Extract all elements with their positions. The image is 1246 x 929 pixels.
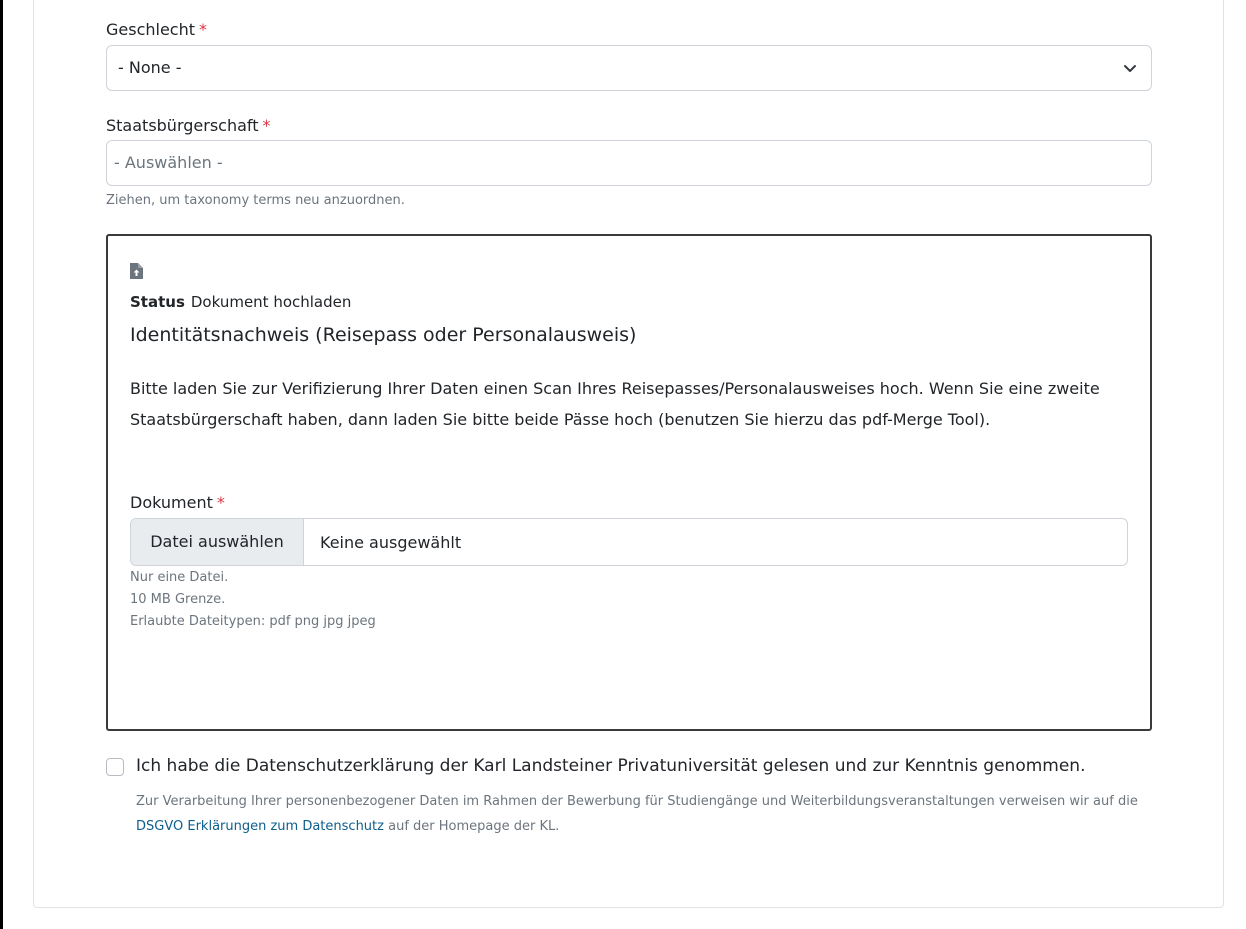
- document-help-text: Nur eine Datei. 10 MB Grenze. Erlaubte D…: [130, 567, 376, 633]
- help-line-single-file: Nur eine Datei.: [130, 570, 229, 585]
- privacy-consent-help: Zur Verarbeitung Ihrer personenbezogener…: [136, 789, 1166, 839]
- citizenship-help-text: Ziehen, um taxonomy terms neu anzuordnen…: [106, 193, 405, 208]
- document-file-input[interactable]: Datei auswählen Keine ausgewählt: [130, 518, 1128, 566]
- citizenship-label: Staatsbürgerschaft *: [106, 116, 271, 135]
- document-title: Identitätsnachweis (Reisepass oder Perso…: [130, 324, 637, 346]
- consent-help-text-end: auf der Homepage der KL.: [388, 819, 560, 834]
- consent-help-text: Zur Verarbeitung Ihrer personenbezogener…: [136, 794, 1138, 809]
- status-label: Status: [130, 293, 185, 311]
- required-marker: *: [199, 20, 208, 39]
- chevron-down-icon: [1124, 65, 1136, 72]
- document-status: Status Dokument hochladen: [130, 293, 351, 311]
- citizenship-label-text: Staatsbürgerschaft: [106, 116, 259, 135]
- gender-select[interactable]: - None -: [106, 45, 1152, 91]
- citizenship-placeholder: - Auswählen -: [114, 153, 223, 172]
- privacy-consent-checkbox[interactable]: [106, 758, 124, 776]
- file-upload-icon: [130, 263, 143, 279]
- document-field-label: Dokument *: [130, 493, 225, 512]
- file-status-text: Keine ausgewählt: [320, 533, 462, 552]
- privacy-consent-label[interactable]: Ich habe die Datenschutzerklärung der Ka…: [136, 756, 1086, 776]
- document-description: Bitte laden Sie zur Verifizierung Ihrer …: [130, 379, 1100, 429]
- status-value: Dokument hochladen: [190, 293, 352, 311]
- help-line-file-types: Erlaubte Dateitypen: pdf png jpg jpeg: [130, 614, 376, 629]
- gender-label-text: Geschlecht: [106, 20, 196, 39]
- document-upload-section: Status Dokument hochladen Identitätsnachw…: [106, 234, 1152, 731]
- required-marker: *: [216, 493, 225, 512]
- dsgvo-privacy-link[interactable]: DSGVO Erklärungen zum Datenschutz: [136, 819, 384, 834]
- document-field-label-text: Dokument: [130, 493, 213, 512]
- choose-file-button[interactable]: Datei auswählen: [131, 519, 304, 565]
- help-line-size-limit: 10 MB Grenze.: [130, 592, 226, 607]
- window-edge: [0, 0, 3, 929]
- gender-selected-value: - None -: [118, 58, 182, 77]
- required-marker: *: [262, 116, 271, 135]
- gender-label: Geschlecht *: [106, 20, 207, 39]
- citizenship-autocomplete-input[interactable]: - Auswählen -: [106, 140, 1152, 186]
